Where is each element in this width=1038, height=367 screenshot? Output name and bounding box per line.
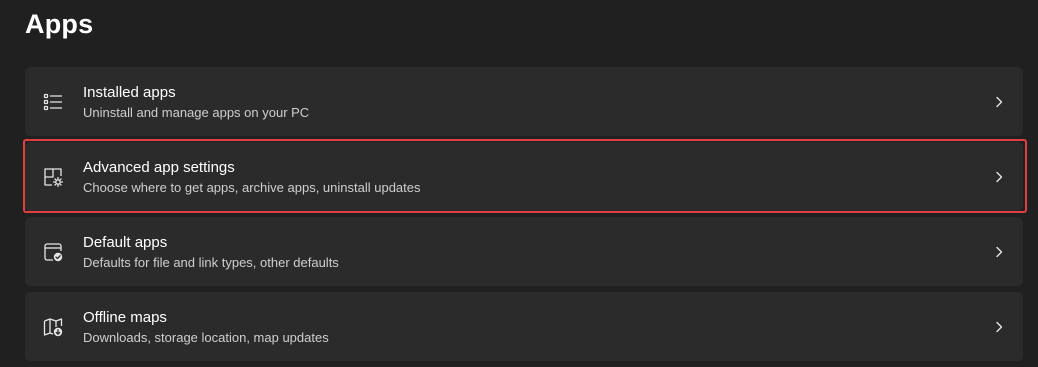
default-apps-icon: [42, 241, 64, 263]
chevron-right-icon: [993, 320, 1005, 334]
item-description: Choose where to get apps, archive apps, …: [83, 180, 421, 195]
item-description: Defaults for file and link types, other …: [83, 255, 339, 270]
installed-apps-list-icon: [42, 91, 64, 113]
item-description: Uninstall and manage apps on your PC: [83, 105, 310, 120]
chevron-right-icon: [993, 170, 1005, 184]
advanced-app-settings-item[interactable]: Advanced app settings Choose where to ge…: [25, 142, 1023, 211]
item-description: Downloads, storage location, map updates: [83, 330, 329, 345]
chevron-right-icon: [993, 95, 1005, 109]
settings-list: Installed apps Uninstall and manage apps…: [25, 67, 1023, 367]
offline-maps-item[interactable]: Offline maps Downloads, storage location…: [25, 292, 1023, 361]
page-title: Apps: [25, 9, 94, 39]
default-apps-item[interactable]: Default apps Defaults for file and link …: [25, 217, 1023, 286]
item-title: Offline maps: [83, 309, 167, 326]
item-title: Installed apps: [83, 84, 176, 101]
advanced-app-settings-icon: [42, 166, 64, 188]
item-title: Default apps: [83, 234, 168, 251]
installed-apps-item[interactable]: Installed apps Uninstall and manage apps…: [25, 67, 1023, 136]
offline-maps-icon: [42, 316, 64, 338]
item-title: Advanced app settings: [83, 159, 235, 176]
chevron-right-icon: [993, 245, 1005, 259]
